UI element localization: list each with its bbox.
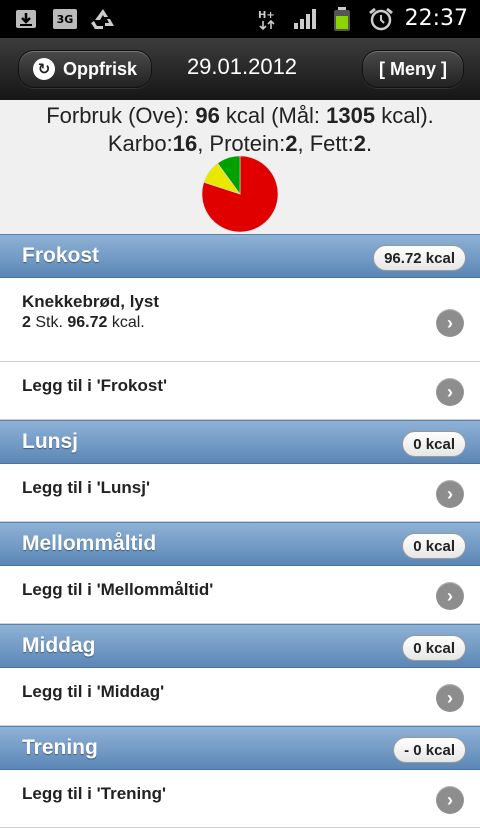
refresh-icon: ↻ xyxy=(32,58,55,80)
macros-pie-chart xyxy=(201,155,279,233)
add-to-meal-label: Legg til i 'Trening' xyxy=(22,784,167,803)
section-title: Trening xyxy=(22,736,98,759)
section-title: Mellommåltid xyxy=(22,532,157,555)
app-header: ↻ Oppfrisk 29.01.2012 [ Meny ] xyxy=(0,38,480,101)
goal-kcal: 1305 xyxy=(326,103,376,128)
food-entry-details: 2 Stk. 96.72 kcal. xyxy=(22,314,145,332)
macros-end: . xyxy=(365,131,373,156)
add-to-meal-item-4[interactable]: Legg til i 'Trening' › xyxy=(0,770,480,828)
section-kcal-badge: 96.72 kcal xyxy=(373,245,466,271)
chevron-right-icon: › xyxy=(436,480,464,508)
add-to-meal-item-3[interactable]: Legg til i 'Middag' › xyxy=(0,668,480,726)
food-entry-unit: Stk. xyxy=(30,314,68,331)
recycle-icon xyxy=(91,9,114,29)
download-icon xyxy=(16,10,36,28)
alarm-icon xyxy=(369,7,393,31)
current-date: 29.01.2012 xyxy=(186,54,298,79)
carbs-value: 16 xyxy=(172,131,198,156)
section-kcal-badge: 0 kcal xyxy=(402,533,466,559)
add-to-meal-label: Legg til i 'Mellommåltid' xyxy=(22,580,214,599)
food-entry-kcal: 96.72 xyxy=(67,314,108,331)
section-kcal-badge: - 0 kcal xyxy=(393,737,466,763)
consumption-line: Forbruk (Ove): 96 kcal (Mål: 1305 kcal). xyxy=(0,102,480,130)
signal-hplus-text: H+ xyxy=(258,10,275,21)
section-header-3: Middag 0 kcal xyxy=(0,624,480,668)
status-bar: 3G H+ 22:37 xyxy=(0,0,480,38)
food-entry-title: Knekkebrød, lyst xyxy=(22,292,159,311)
food-entry-kcal-unit: kcal. xyxy=(107,314,145,331)
add-to-meal-item-0[interactable]: Legg til i 'Frokost' › xyxy=(0,362,480,420)
chevron-right-icon: › xyxy=(436,582,464,610)
consumed-kcal: 96 xyxy=(195,103,220,128)
menu-label: [ Meny ] xyxy=(378,58,447,79)
section-header-2: Mellommåltid 0 kcal xyxy=(0,522,480,566)
status-time: 22:37 xyxy=(404,6,468,31)
section-kcal-badge: 0 kcal xyxy=(402,635,466,661)
daily-summary: Forbruk (Ove): 96 kcal (Mål: 1305 kcal).… xyxy=(0,100,480,234)
consumption-prefix: Forbruk (Ove): xyxy=(46,103,196,128)
3g-icon-text: 3G xyxy=(57,13,74,26)
add-to-meal-label: Legg til i 'Lunsj' xyxy=(22,478,151,497)
section-kcal-badge: 0 kcal xyxy=(402,431,466,457)
chevron-right-icon: › xyxy=(436,786,464,814)
add-to-meal-label: Legg til i 'Middag' xyxy=(22,682,165,701)
battery-icon xyxy=(334,7,350,31)
chevron-right-icon: › xyxy=(436,684,464,712)
food-entry-qty: 2 xyxy=(22,314,31,331)
section-title: Frokost xyxy=(22,244,100,267)
add-to-meal-label: Legg til i 'Frokost' xyxy=(22,376,168,395)
carbs-label: Karbo: xyxy=(107,131,173,156)
section-header-0: Frokost 96.72 kcal xyxy=(0,234,480,278)
add-to-meal-item-1[interactable]: Legg til i 'Lunsj' › xyxy=(0,464,480,522)
3g-icon: 3G xyxy=(53,9,77,29)
add-to-meal-item-2[interactable]: Legg til i 'Mellommåltid' › xyxy=(0,566,480,624)
section-header-1: Lunsj 0 kcal xyxy=(0,420,480,464)
fat-value: 2 xyxy=(353,131,366,156)
consumption-mid: kcal (Mål: xyxy=(219,103,327,128)
fat-label: , Fett: xyxy=(297,131,354,156)
refresh-label: Oppfrisk xyxy=(62,58,137,79)
menu-button[interactable]: [ Meny ] xyxy=(362,50,464,88)
section-title: Middag xyxy=(22,634,96,657)
refresh-button[interactable]: ↻ Oppfrisk xyxy=(18,50,152,88)
section-title: Lunsj xyxy=(22,430,78,453)
section-header-4: Trening - 0 kcal xyxy=(0,726,480,770)
protein-value: 2 xyxy=(285,131,298,156)
protein-label: , Protein: xyxy=(197,131,286,156)
meal-list: Frokost 96.72 kcal Knekkebrød, lyst 2 Stk. … xyxy=(0,234,480,828)
consumption-end: kcal). xyxy=(375,103,434,128)
food-entry-item[interactable]: Knekkebrød, lyst 2 Stk. 96.72 kcal. › xyxy=(0,278,480,362)
signal-strength-icon xyxy=(294,9,316,29)
chevron-right-icon: › xyxy=(436,309,464,337)
signal-hplus-icon: H+ xyxy=(258,10,275,31)
chevron-right-icon: › xyxy=(436,378,464,406)
